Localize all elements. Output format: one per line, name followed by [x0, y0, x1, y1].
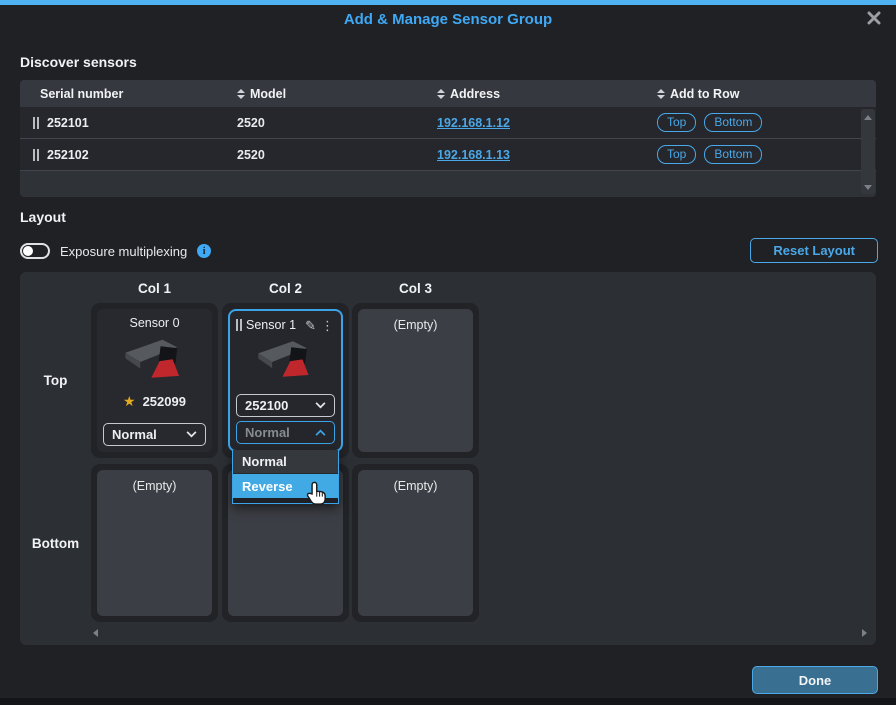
- add-bottom-button[interactable]: Bottom: [704, 113, 762, 132]
- address-link[interactable]: 192.168.1.13: [437, 148, 510, 162]
- done-button[interactable]: Done: [752, 666, 878, 694]
- address-link[interactable]: 192.168.1.12: [437, 116, 510, 130]
- slot-bottom-col1[interactable]: (Empty): [91, 464, 218, 622]
- dialog-title: Add & Manage Sensor Group: [0, 11, 896, 28]
- empty-label: (Empty): [394, 479, 438, 493]
- orientation-select-open[interactable]: Normal: [236, 421, 335, 444]
- add-bottom-button[interactable]: Bottom: [704, 145, 762, 164]
- orientation-value: Normal: [112, 427, 157, 442]
- chevron-down-icon: [315, 402, 326, 409]
- menu-option-normal[interactable]: Normal: [233, 450, 338, 474]
- exposure-multiplexing-toggle[interactable]: [20, 243, 50, 259]
- sensor-serial: 252099: [143, 394, 186, 409]
- drag-handle-icon[interactable]: [33, 117, 39, 129]
- sensor-card-title: Sensor 0: [129, 316, 179, 330]
- discover-sensors-heading: Discover sensors: [20, 54, 137, 70]
- col-header-address-label: Address: [450, 87, 500, 101]
- sort-icon: [437, 89, 445, 99]
- table-row: 252102 2520 192.168.1.13 Top Bottom: [20, 139, 876, 171]
- drag-handle-icon[interactable]: [236, 319, 242, 331]
- chevron-down-icon: [186, 431, 197, 438]
- menu-scroll-track: [233, 498, 338, 503]
- serial-cell: 252102: [20, 148, 237, 162]
- model-cell: 2520: [237, 148, 437, 162]
- favorite-star-icon: ★: [123, 394, 136, 408]
- toggle-knob: [23, 246, 33, 256]
- scroll-right-icon[interactable]: [862, 629, 867, 637]
- add-manage-sensor-group-dialog: Add & Manage Sensor Group Discover senso…: [0, 0, 896, 705]
- panel-horizontal-scrollbar[interactable]: [20, 627, 876, 639]
- sensor-card-sensor0[interactable]: Sensor 0 ★ 252099 Normal: [97, 309, 212, 452]
- serial-value: 252102: [47, 148, 89, 162]
- add-top-button[interactable]: Top: [657, 145, 696, 164]
- orientation-select[interactable]: Normal: [103, 423, 206, 446]
- edit-pencil-icon[interactable]: ✎: [305, 319, 316, 332]
- col-header-model-label: Model: [250, 87, 286, 101]
- scroll-up-icon[interactable]: [864, 115, 872, 120]
- close-icon[interactable]: [864, 8, 884, 28]
- drag-handle-icon[interactable]: [33, 149, 39, 161]
- add-to-row-cell: Top Bottom: [657, 113, 842, 132]
- table-row: 252101 2520 192.168.1.12 Top Bottom: [20, 107, 876, 139]
- col-header-serial[interactable]: Serial number: [20, 87, 237, 101]
- serial-value: 252101: [47, 116, 89, 130]
- slot-top-col1: Sensor 0 ★ 252099 Normal: [91, 303, 218, 458]
- sort-icon: [657, 89, 665, 99]
- reset-layout-button[interactable]: Reset Layout: [750, 238, 878, 263]
- add-to-row-cell: Top Bottom: [657, 145, 842, 164]
- exposure-multiplexing-row: Exposure multiplexing i: [20, 243, 211, 259]
- exposure-multiplexing-label: Exposure multiplexing: [60, 244, 187, 259]
- col-header-model[interactable]: Model: [237, 87, 437, 101]
- sensor-3d-icon: [236, 336, 335, 388]
- serial-select[interactable]: 252100: [236, 394, 335, 417]
- table-vertical-scrollbar[interactable]: [861, 109, 875, 194]
- column-header-col2: Col 2: [222, 281, 349, 296]
- column-header-col1: Col 1: [91, 281, 218, 296]
- sort-icon: [237, 89, 245, 99]
- add-top-button[interactable]: Top: [657, 113, 696, 132]
- chevron-up-icon: [315, 429, 326, 436]
- orientation-placeholder: Normal: [245, 425, 290, 440]
- scroll-left-icon[interactable]: [93, 629, 98, 637]
- orientation-dropdown-menu: Normal Reverse: [232, 450, 339, 504]
- col-header-add-to-row[interactable]: Add to Row: [657, 87, 842, 101]
- layout-grid-panel: Col 1 Col 2 Col 3 Top Bottom Sensor 0: [20, 272, 876, 645]
- table-header-row: Serial number Model Address Add to Row: [20, 80, 876, 107]
- model-cell: 2520: [237, 116, 437, 130]
- row-label-top: Top: [20, 303, 91, 458]
- empty-cell-card: (Empty): [97, 470, 212, 616]
- col-header-serial-label: Serial number: [40, 87, 123, 101]
- empty-label: (Empty): [133, 479, 177, 493]
- slot-top-col2: Sensor 1 ✎ ⋮ 252100: [222, 303, 349, 458]
- serial-cell: 252101: [20, 116, 237, 130]
- empty-label: (Empty): [394, 318, 438, 332]
- scroll-down-icon[interactable]: [864, 185, 872, 190]
- column-header-col3: Col 3: [352, 281, 479, 296]
- layout-heading: Layout: [20, 209, 66, 225]
- empty-cell-card: (Empty): [358, 309, 473, 452]
- discover-sensors-table: Serial number Model Address Add to Row 2…: [20, 80, 876, 197]
- menu-option-reverse[interactable]: Reverse: [233, 474, 338, 498]
- kebab-menu-icon[interactable]: ⋮: [320, 319, 335, 332]
- sensor-card-sensor1[interactable]: Sensor 1 ✎ ⋮ 252100: [228, 309, 343, 452]
- sensor-3d-icon: [103, 334, 206, 390]
- slot-bottom-col3[interactable]: (Empty): [352, 464, 479, 622]
- empty-cell-card: (Empty): [358, 470, 473, 616]
- row-label-bottom: Bottom: [20, 464, 91, 622]
- col-header-address[interactable]: Address: [437, 87, 657, 101]
- col-header-add-to-row-label: Add to Row: [670, 87, 739, 101]
- window-bottom-edge: [0, 698, 896, 705]
- window-edge-strip: [0, 0, 896, 5]
- slot-top-col3[interactable]: (Empty): [352, 303, 479, 458]
- serial-select-value: 252100: [245, 398, 288, 413]
- sensor-card-title: Sensor 1: [246, 318, 296, 332]
- info-icon[interactable]: i: [197, 244, 211, 258]
